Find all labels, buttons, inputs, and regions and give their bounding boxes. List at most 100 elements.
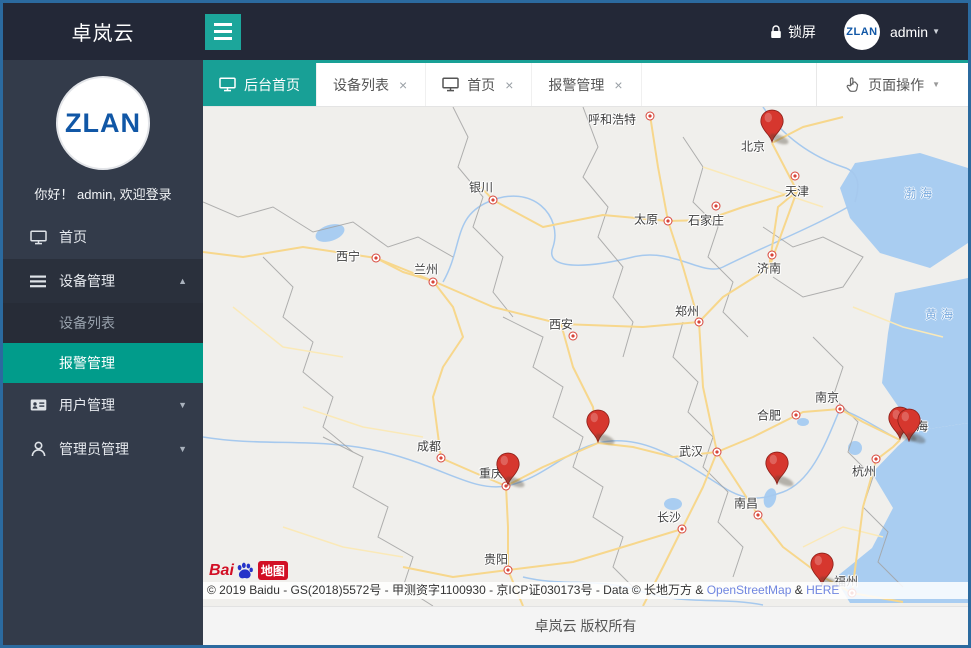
baidu-map-logo[interactable]: Bai 地图 (209, 561, 288, 580)
lock-screen-button[interactable]: 锁屏 (770, 22, 816, 42)
sidebar-logo-text: ZLAN (65, 108, 141, 139)
city-marker (489, 196, 498, 205)
menu-icon (29, 273, 47, 289)
chevron-up-icon: ▲ (178, 276, 187, 286)
device-pin[interactable] (585, 409, 611, 443)
sidebar-item-alarm-management[interactable]: 报警管理 (3, 343, 203, 383)
monitor-icon (29, 229, 47, 245)
close-icon[interactable]: × (503, 76, 515, 94)
welcome-greeting: 你好！ admin, 欢迎登录 (3, 184, 203, 203)
city-label: 成都 (417, 438, 441, 455)
city-label: 长沙 (657, 509, 681, 526)
city-label: 天津 (785, 183, 809, 200)
map[interactable]: 呼和浩特北京天津银川太原石家庄济南西宁兰州西安郑州南京合肥上海武汉杭州成都重庆南… (203, 107, 968, 606)
city-label: 石家庄 (688, 212, 724, 229)
city-label: 西安 (549, 316, 573, 333)
user-icon (29, 441, 47, 457)
city-label: 贵阳 (484, 551, 508, 568)
city-marker (372, 254, 381, 263)
sidebar-item-home[interactable]: 首页 (3, 215, 203, 259)
sidebar: ZLAN 你好！ admin, 欢迎登录 首页设备管理 ▲ 设备列表报警管理用户管理… (3, 60, 203, 645)
device-pin[interactable] (809, 552, 835, 586)
sidebar-item-device-list[interactable]: 设备列表 (3, 303, 203, 343)
top-header: 卓岚云 锁屏 ZLAN admin ▼ (3, 3, 968, 60)
city-label: 太原 (634, 211, 658, 228)
tab-label: 后台首页 (244, 75, 300, 95)
close-icon[interactable]: × (612, 76, 624, 94)
close-icon[interactable]: × (397, 76, 409, 94)
app-title: 卓岚云 (3, 17, 203, 46)
city-marker (664, 217, 673, 226)
map-attribution: © 2019 Baidu - GS(2018)5572号 - 甲测资字11009… (203, 582, 968, 599)
city-label: 济南 (757, 260, 781, 277)
city-marker (754, 511, 763, 520)
sidebar-item-label: 设备列表 (59, 313, 115, 333)
city-label: 兰州 (414, 261, 438, 278)
city-marker (791, 172, 800, 181)
chevron-down-icon: ▼ (178, 444, 187, 454)
city-label: 呼和浩特 (588, 111, 636, 128)
sidebar-item-label: 设备管理 (59, 271, 115, 291)
sidebar-item-device-management[interactable]: 设备管理 ▲ (3, 259, 203, 303)
city-marker (836, 405, 845, 414)
copyright-text: 卓岚云 版权所有 (535, 616, 637, 636)
tab-home[interactable]: 首页 × (426, 63, 532, 106)
tab-label: 首页 (467, 75, 495, 95)
city-marker (569, 332, 578, 341)
sidebar-menu: 首页设备管理 ▲ 设备列表报警管理用户管理 ▼ 管理员管理 ▼ (3, 215, 203, 471)
map-terrain-layer (203, 107, 968, 606)
sidebar-item-label: 管理员管理 (59, 439, 129, 459)
sidebar-logo: ZLAN (56, 76, 150, 170)
app-window: 卓岚云 锁屏 ZLAN admin ▼ ZLAN 你好！ admin, 欢迎登录… (0, 0, 971, 648)
city-marker (646, 112, 655, 121)
sidebar-item-user-management[interactable]: 用户管理 ▼ (3, 383, 203, 427)
header-right: 锁屏 ZLAN admin ▼ (770, 14, 968, 50)
city-marker (792, 411, 801, 420)
city-label: 郑州 (675, 303, 699, 320)
tab-label: 设备列表 (333, 75, 389, 95)
city-marker (768, 251, 777, 260)
lock-screen-label: 锁屏 (788, 22, 816, 42)
city-label: 银川 (469, 179, 493, 196)
avatar[interactable]: ZLAN (844, 14, 880, 50)
sidebar-item-label: 报警管理 (59, 353, 115, 373)
city-label: 武汉 (679, 443, 703, 460)
monitor-icon (442, 77, 459, 92)
device-pin[interactable] (764, 451, 790, 485)
tab-alarm-management[interactable]: 报警管理 × (532, 63, 641, 106)
sidebar-toggle-button[interactable] (205, 14, 241, 50)
user-menu[interactable]: admin ▼ (890, 24, 940, 40)
city-marker (712, 202, 721, 211)
chevron-down-icon: ▼ (178, 400, 187, 410)
city-marker (678, 525, 687, 534)
city-marker (429, 278, 438, 287)
openstreetmap-link[interactable]: OpenStreetMap (707, 583, 792, 597)
page-operations-label: 页面操作 (868, 75, 924, 95)
device-pin[interactable] (759, 109, 785, 143)
city-marker (437, 454, 446, 463)
monitor-icon (219, 77, 236, 92)
city-label: 合肥 (757, 407, 781, 424)
device-pin[interactable] (495, 452, 521, 486)
tab-backend-home[interactable]: 后台首页 (203, 63, 317, 106)
tab-label: 报警管理 (548, 75, 604, 95)
city-label: 西宁 (336, 248, 360, 265)
city-label: 南昌 (734, 495, 758, 512)
baidu-logo-badge: 地图 (258, 561, 288, 580)
sidebar-item-admin-management[interactable]: 管理员管理 ▼ (3, 427, 203, 471)
tab-bar: 后台首页 设备列表 × 首页 × 报警管理 × 页面操作 ▼ (203, 60, 968, 107)
sidebar-item-label: 用户管理 (59, 395, 115, 415)
hand-pointer-icon (845, 77, 860, 93)
city-label: 杭州 (852, 463, 876, 480)
city-label: 南京 (815, 389, 839, 406)
lock-icon (770, 25, 782, 39)
here-link[interactable]: HERE (806, 583, 839, 597)
idcard-icon (29, 397, 47, 413)
baidu-logo-bai: Bai (209, 562, 234, 580)
chevron-down-icon: ▼ (932, 80, 940, 89)
tab-device-list[interactable]: 设备列表 × (317, 63, 426, 106)
water-label: 黄海 (925, 306, 957, 323)
chevron-down-icon: ▼ (932, 27, 940, 36)
device-pin[interactable] (896, 408, 922, 442)
page-operations-button[interactable]: 页面操作 ▼ (816, 63, 968, 106)
